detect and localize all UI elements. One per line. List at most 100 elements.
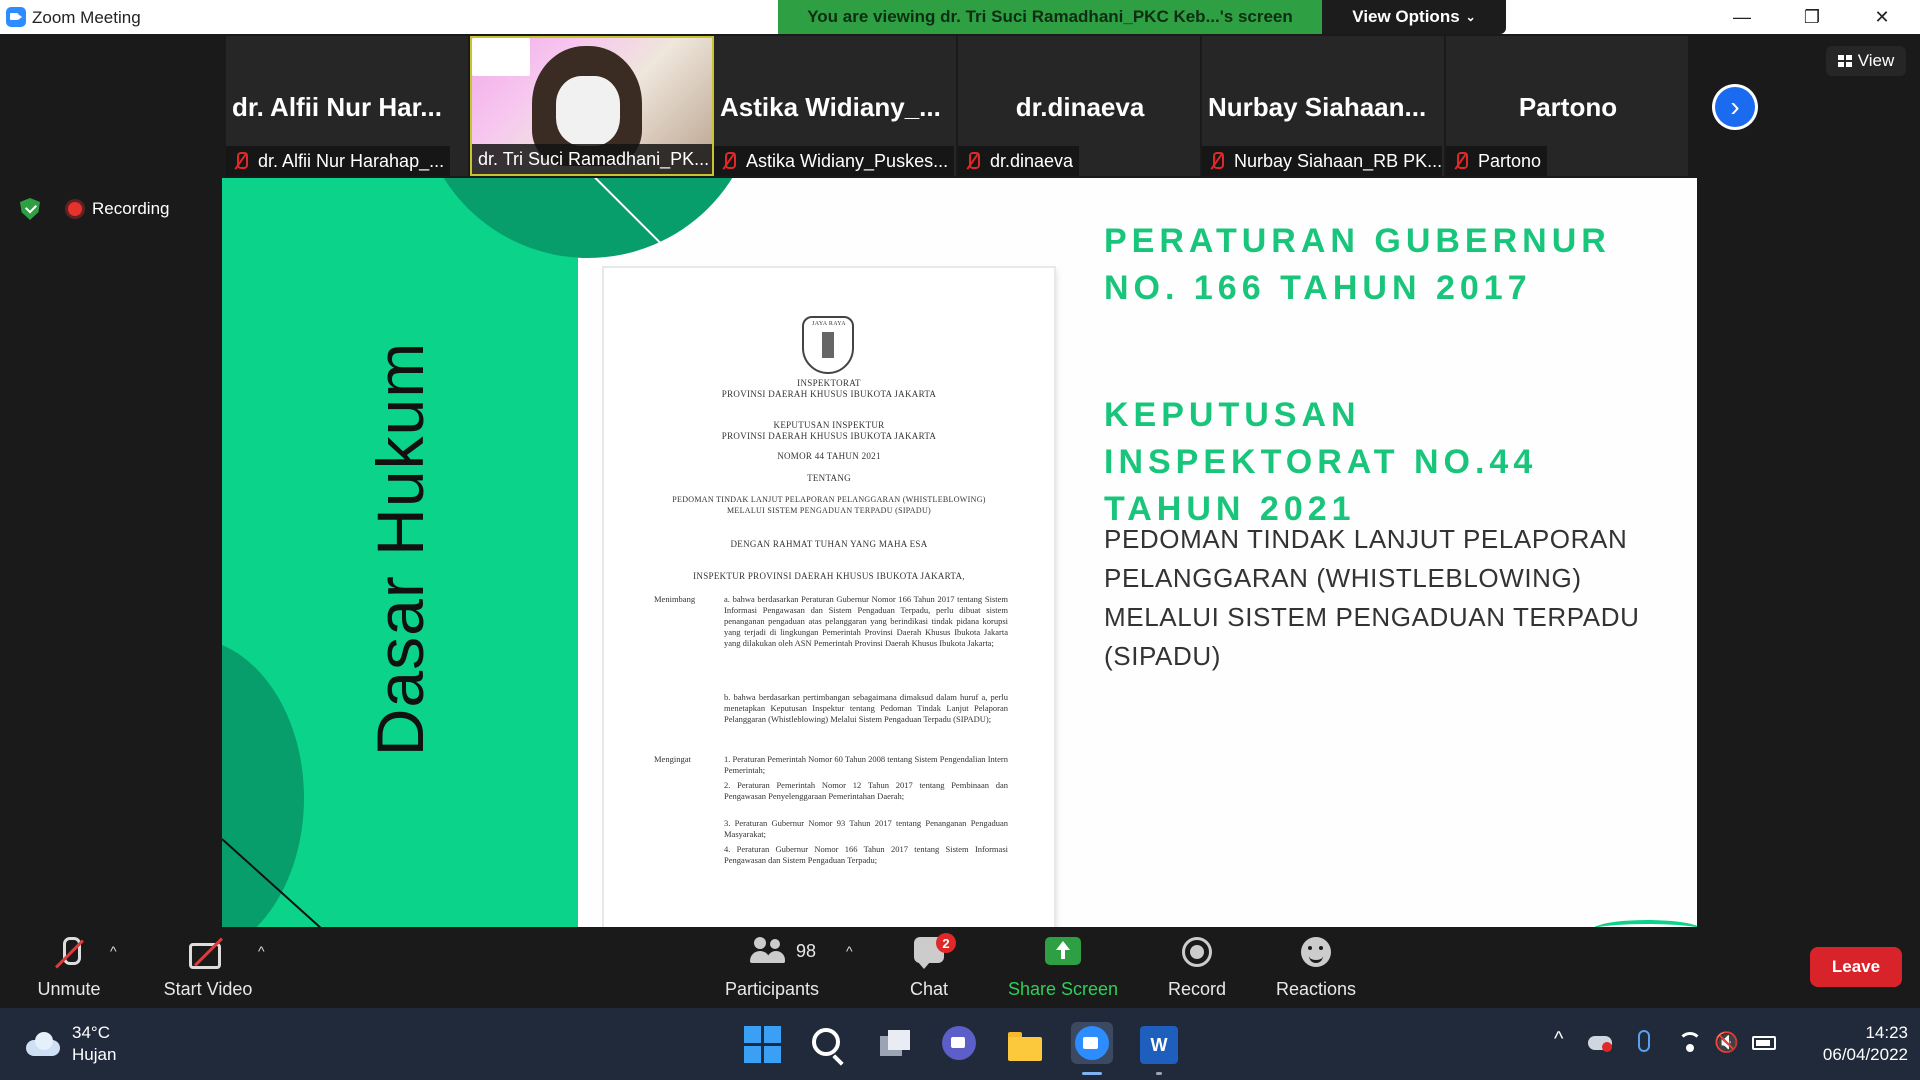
teams-chat-icon[interactable] [942,1026,976,1060]
doc-clause: 2. Peraturan Pemerintah Nomor 12 Tahun 2… [724,780,1008,801]
heading-line: KEPUTUSAN [1104,396,1361,434]
record-icon [1182,937,1212,967]
audio-options-caret[interactable]: ^ [110,943,117,959]
weather-widget[interactable]: 34°C Hujan [26,1022,116,1066]
participant-tile[interactable]: dr. Alfii Nur Har... dr. Alfii Nur Harah… [226,36,470,176]
slide-heading-regulation: PERATURAN GUBERNUR NO. 166 TAHUN 2017 [1104,218,1611,312]
participant-thumbnail-strip: dr. Alfii Nur Har... dr. Alfii Nur Harah… [226,36,1692,176]
participants-options-caret[interactable]: ^ [846,943,853,959]
doc-blessing-line: DENGAN RAHMAT TUHAN YANG MAHA ESA [730,539,928,549]
chat-label: Chat [909,979,949,999]
restore-button[interactable]: ❐ [1780,0,1844,34]
security-shield-icon[interactable] [20,198,40,220]
file-explorer-icon[interactable] [1006,1026,1044,1064]
participant-label: dr.dinaeva [990,150,1074,171]
subtext-line: PELANGGARAN (WHISTLEBLOWING) [1104,563,1582,593]
reactions-button[interactable]: Reactions [1274,927,1358,1008]
slide-subtext: PEDOMAN TINDAK LANJUT PELAPORAN PELANGGA… [1104,520,1639,676]
recording-label: Recording [92,199,170,218]
participant-display-name: Nurbay Siahaan... [1208,92,1427,122]
minimize-button[interactable]: — [1710,0,1774,34]
windows-start-icon[interactable] [744,1026,782,1064]
doc-clause: a. bahwa berdasarkan Peraturan Gubernur … [724,594,1008,648]
leave-meeting-button[interactable]: Leave [1810,947,1902,987]
meeting-toolbar: Unmute ^ Start Video ^ Participants 98 ^… [0,927,1920,1008]
open-app-indicator [1156,1072,1162,1075]
view-options-label: View Options [1352,7,1460,26]
doc-mengingat-label: Mengingat [654,754,691,764]
participant-label: dr. Tri Suci Ramadhani_PK... [478,148,710,169]
title-bar: Zoom Meeting You are viewing dr. Tri Suc… [0,0,1920,34]
zoom-taskbar-icon[interactable] [1071,1022,1113,1064]
search-icon[interactable] [812,1028,840,1056]
video-off-icon [189,937,227,969]
task-view-icon[interactable] [876,1026,914,1064]
muted-mic-icon [1206,150,1228,172]
record-label: Record [1167,979,1227,999]
face-mask [556,76,620,146]
clock-time: 14:23 [1865,1023,1908,1042]
active-app-indicator [1082,1072,1102,1075]
window-title: Zoom Meeting [32,8,141,27]
screen-share-banner: You are viewing dr. Tri Suci Ramadhani_P… [778,0,1322,34]
onedrive-icon[interactable] [1588,1036,1612,1052]
doc-clause: 3. Peraturan Gubernur Nomor 93 Tahun 201… [724,818,1008,839]
participant-tile[interactable]: Nurbay Siahaan... Nurbay Siahaan_RB PK..… [1202,36,1446,176]
participant-tile[interactable]: Partono Partono [1446,36,1690,176]
slide-arc-overlap [578,178,758,258]
muted-mic-icon [230,150,252,172]
participant-tile[interactable]: Astika Widiany_... Astika Widiany_Puskes… [714,36,958,176]
reactions-smiley-icon [1301,937,1331,967]
doc-about-line: TENTANG [807,473,851,483]
participant-name-bar: Astika Widiany_Puskes... [714,146,954,176]
subtext-line: PEDOMAN TINDAK LANJUT PELAPORAN [1104,524,1628,554]
record-button[interactable]: Record [1166,927,1228,1008]
seal-caption: JAYA RAYA [812,321,846,327]
slide-decor-arc [222,638,304,927]
meeting-area: dr. Alfii Nur Har... dr. Alfii Nur Harah… [0,34,1920,927]
participant-tile-video[interactable]: dr. Tri Suci Ramadhani_PK... [470,36,714,176]
doc-decree-line: PROVINSI DAERAH KHUSUS IBUKOTA JAKARTA [721,431,937,441]
doc-clause: 1. Peraturan Pemerintah Nomor 60 Tahun 2… [724,754,1008,775]
view-button-label: View [1857,51,1895,70]
participants-icon [750,937,790,965]
recording-indicator[interactable]: Recording [60,194,194,224]
share-screen-button[interactable]: Share Screen [1006,927,1120,1008]
participants-button[interactable]: Participants [720,927,824,1008]
view-button[interactable]: View [1826,46,1906,76]
shared-screen-slide: Dasar Hukum JAYA RAYA INSPEKTORAT PROVIN… [222,178,1697,927]
virtual-background-slide [472,38,530,76]
chevron-down-icon: ⌄ [1465,10,1476,24]
grid-icon [1837,55,1852,67]
slide-vertical-title: Dasar Hukum [363,341,437,757]
temperature: 34°C [72,1023,110,1042]
wifi-icon[interactable] [1678,1032,1702,1052]
doc-subject-line: PEDOMAN TINDAK LANJUT PELAPORAN PELANGGA… [672,495,986,504]
microphone-in-use-icon[interactable] [1638,1030,1650,1052]
close-window-button[interactable]: ✕ [1850,0,1914,34]
muted-microphone-icon [54,937,84,971]
word-icon[interactable]: W [1140,1026,1178,1064]
next-page-button[interactable]: › [1712,84,1758,130]
participant-tile[interactable]: dr.dinaeva dr.dinaeva [958,36,1202,176]
doc-clause: b. bahwa berdasarkan pertimbangan sebaga… [724,692,1008,724]
unmute-button[interactable]: Unmute [28,927,110,1008]
chevron-right-icon: › [1715,87,1755,127]
heading-line: INSPEKTORAT NO.44 [1104,443,1538,481]
system-clock[interactable]: 14:23 06/04/2022 [1790,1022,1908,1066]
muted-mic-icon [962,150,984,172]
view-options-button[interactable]: View Options ⌄ [1322,0,1506,34]
participant-label: Partono [1478,150,1542,171]
video-options-caret[interactable]: ^ [258,943,265,959]
start-video-button[interactable]: Start Video [158,927,258,1008]
speaker-muted-icon[interactable]: 🔇 [1714,1030,1739,1055]
tray-overflow-chevron[interactable]: ^ [1554,1028,1563,1051]
decree-document-image: JAYA RAYA INSPEKTORAT PROVINSI DAERAH KH… [604,268,1054,927]
battery-icon[interactable] [1752,1036,1776,1050]
participants-count: 98 [796,941,817,961]
share-screen-icon [1045,937,1081,965]
share-screen-label: Share Screen [1007,979,1119,999]
doc-decree-line: KEPUTUSAN INSPEKTUR [773,420,885,430]
participant-display-name: dr. Alfii Nur Har... [232,92,442,122]
participant-name-bar: Nurbay Siahaan_RB PK... [1202,146,1442,176]
